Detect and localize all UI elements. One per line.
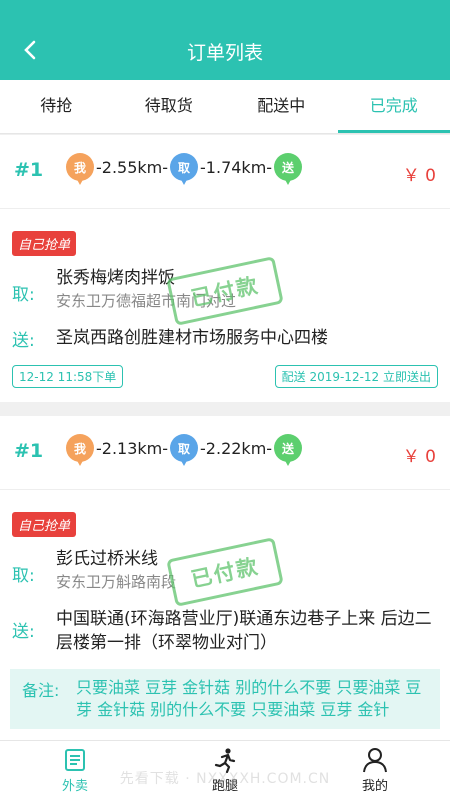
distance-to-pickup: -2.55km- — [96, 157, 169, 177]
order-price: ￥ 0 — [402, 447, 436, 467]
distance-to-dropoff: -2.22km- — [200, 438, 273, 458]
bottom-nav: 外卖 跑腿 我的 — [0, 740, 450, 800]
dropoff-pin-icon: 送 — [274, 153, 303, 187]
note-text: 只要油菜 豆芽 金针菇 别的什么不要 只要油菜 豆芽 金针菇 别的什么不要 只要… — [76, 678, 422, 719]
status-tabs: 待抢 待取货 配送中 已完成 — [0, 80, 450, 134]
delivery-label: 送: — [12, 331, 35, 351]
takeout-icon — [65, 749, 85, 771]
order-card[interactable]: #1 我 -2.55km- 取 -1.74km- 送 ￥ 0 自己抢单 已付款 … — [0, 135, 450, 402]
order-body: 自己抢单 已付款 取: 张秀梅烤肉拌饭 安东卫万德福超市南门对过 送: 圣岚西路… — [0, 209, 450, 402]
order-time: 12-12 11:58下单 — [12, 365, 124, 388]
page-title: 订单列表 — [186, 42, 263, 64]
me-pin-icon: 我 — [66, 434, 94, 468]
order-header: #1 我 -2.55km- 取 -1.74km- 送 ￥ 0 — [0, 135, 450, 209]
nav-errand-label: 跑腿 — [211, 779, 238, 794]
nav-takeout[interactable]: 外卖 — [0, 741, 150, 800]
order-list[interactable]: #1 我 -2.55km- 取 -1.74km- 送 ￥ 0 自己抢单 已付款 … — [0, 135, 450, 740]
route-summary: 我 -2.55km- 取 -1.74km- 送 — [66, 153, 303, 187]
delivery-label: 送: — [12, 622, 35, 642]
runner-icon — [214, 748, 236, 773]
tab-pending[interactable]: 待抢 — [0, 80, 113, 133]
top-bar: 订单列表 — [0, 0, 450, 80]
tab-completed[interactable]: 已完成 — [337, 80, 450, 133]
tab-to-pickup[interactable]: 待取货 — [113, 80, 226, 133]
order-price: ￥ 0 — [402, 166, 436, 186]
delivery-row: 送: 圣岚西路创胜建材市场服务中心四楼 — [12, 326, 438, 351]
delivery-info: 配送 2019-12-12 立即送出 — [274, 365, 438, 388]
pickup-label: 取: — [12, 566, 35, 586]
tab-delivering[interactable]: 配送中 — [225, 80, 338, 133]
note-label: 备注: — [22, 681, 60, 700]
distance-to-pickup: -2.13km- — [96, 438, 169, 458]
pickup-label: 取: — [12, 285, 35, 305]
nav-takeout-label: 外卖 — [61, 779, 88, 794]
me-pin-icon: 我 — [66, 153, 94, 187]
order-card[interactable]: #1 我 -2.13km- 取 -2.22km- 送 ￥ 0 自己抢单 已付款 … — [0, 416, 450, 740]
nav-mine[interactable]: 我的 — [300, 741, 450, 800]
order-header: #1 我 -2.13km- 取 -2.22km- 送 ￥ 0 — [0, 416, 450, 490]
user-icon — [363, 748, 387, 773]
dropoff-pin-icon: 送 — [274, 434, 303, 468]
delivery-address: 中国联通(环海路营业厅)联通东边巷子上来 后边二层楼第一排（环翠物业对门） — [56, 609, 432, 653]
order-body: 自己抢单 已付款 取: 彭氏过桥米线 安东卫万斛路南段 送: 中国联通(环海路营… — [0, 490, 450, 740]
nav-errand[interactable]: 跑腿 — [150, 741, 300, 800]
route-summary: 我 -2.13km- 取 -2.22km- 送 — [66, 434, 303, 468]
order-note: 备注: 只要油菜 豆芽 金针菇 别的什么不要 只要油菜 豆芽 金针菇 别的什么不… — [10, 669, 440, 729]
nav-mine-label: 我的 — [361, 779, 388, 794]
delivery-address: 圣岚西路创胜建材市场服务中心四楼 — [56, 328, 328, 348]
pickup-pin-icon: 取 — [170, 434, 199, 468]
order-meta: 12-12 11:58下单 配送 2019-12-12 立即送出 — [12, 365, 438, 388]
distance-to-dropoff: -1.74km- — [200, 157, 273, 177]
grab-badge: 自己抢单 — [12, 231, 77, 256]
pickup-pin-icon: 取 — [170, 153, 199, 187]
order-number: #1 — [14, 159, 44, 181]
grab-badge: 自己抢单 — [12, 512, 77, 537]
delivery-row: 送: 中国联通(环海路营业厅)联通东边巷子上来 后边二层楼第一排（环翠物业对门） — [12, 607, 438, 655]
order-number: #1 — [14, 440, 44, 462]
